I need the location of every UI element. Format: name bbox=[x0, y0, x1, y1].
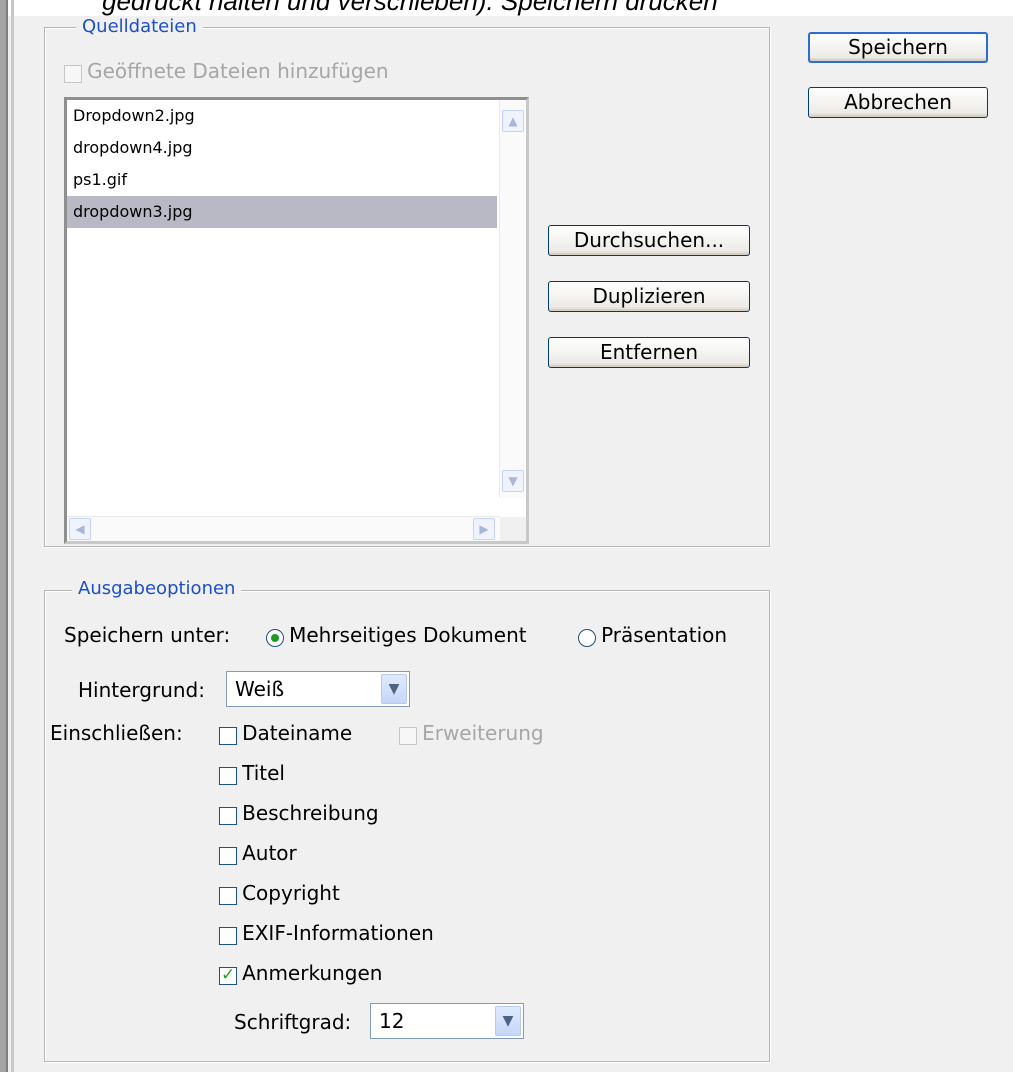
source-files-legend: Quelldateien bbox=[76, 16, 203, 38]
extension-label: Erweiterung bbox=[422, 721, 544, 745]
include-extension-option[interactable]: Erweiterung bbox=[399, 721, 544, 745]
exif-checkbox[interactable] bbox=[219, 926, 237, 945]
horizontal-scrollbar[interactable]: ◀ ▶ bbox=[67, 516, 500, 541]
filename-label: Dateiname bbox=[242, 721, 353, 745]
output-options-group bbox=[44, 590, 770, 1062]
cancel-button[interactable]: Abbrechen bbox=[808, 87, 988, 118]
font-size-select[interactable]: 12 ▼ bbox=[370, 1003, 524, 1039]
chevron-down-icon[interactable]: ▼ bbox=[495, 1006, 521, 1036]
add-open-files-label: Geöffnete Dateien hinzufügen bbox=[87, 59, 389, 83]
include-copyright-option[interactable]: Copyright bbox=[219, 881, 340, 905]
copyright-label: Copyright bbox=[242, 881, 340, 905]
scroll-down-arrow-icon[interactable]: ▼ bbox=[502, 470, 524, 492]
save-as-label: Speichern unter: bbox=[64, 623, 231, 647]
save-button[interactable]: Speichern bbox=[808, 32, 988, 63]
list-item-selected[interactable]: dropdown3.jpg bbox=[67, 196, 497, 228]
window-left-border bbox=[0, 0, 8, 1072]
title-checkbox[interactable] bbox=[219, 766, 237, 785]
save-as-presentation-option[interactable]: Präsentation bbox=[578, 623, 727, 647]
list-item[interactable]: ps1.gif bbox=[67, 164, 127, 196]
browse-button[interactable]: Durchsuchen... bbox=[548, 225, 750, 256]
scroll-right-arrow-icon[interactable]: ▶ bbox=[473, 518, 495, 540]
annotations-label: Anmerkungen bbox=[242, 961, 383, 985]
author-label: Autor bbox=[242, 841, 297, 865]
save-as-multipage-option[interactable]: Mehrseitiges Dokument bbox=[266, 623, 527, 647]
include-description-option[interactable]: Beschreibung bbox=[219, 801, 379, 825]
document-caption: gedrückt halten und verschieben). Speich… bbox=[0, 0, 1013, 16]
include-annotations-option[interactable]: ✓ Anmerkungen bbox=[219, 961, 382, 985]
exif-label: EXIF-Informationen bbox=[242, 921, 434, 945]
add-open-files-checkbox[interactable] bbox=[64, 64, 82, 83]
duplicate-button[interactable]: Duplizieren bbox=[548, 281, 750, 312]
copyright-checkbox[interactable] bbox=[219, 886, 237, 905]
scroll-left-arrow-icon[interactable]: ◀ bbox=[69, 518, 91, 540]
font-size-label: Schriftgrad: bbox=[234, 1010, 352, 1034]
description-checkbox[interactable] bbox=[219, 806, 237, 825]
scrollbar-corner bbox=[500, 517, 526, 541]
background-select[interactable]: Weiß ▼ bbox=[226, 671, 410, 707]
caption-text: gedrückt halten und verschieben). Speich… bbox=[102, 0, 718, 16]
vertical-scrollbar[interactable]: ▲ ▼ bbox=[499, 100, 526, 498]
background-label: Hintergrund: bbox=[78, 678, 205, 702]
radio-presentation[interactable] bbox=[578, 628, 596, 647]
add-open-files-option[interactable]: Geöffnete Dateien hinzufügen bbox=[64, 59, 389, 83]
list-item[interactable]: Dropdown2.jpg bbox=[67, 100, 195, 132]
description-label: Beschreibung bbox=[242, 801, 379, 825]
extension-checkbox[interactable] bbox=[399, 726, 417, 745]
title-label: Titel bbox=[242, 761, 285, 785]
radio-multipage-label: Mehrseitiges Dokument bbox=[289, 623, 527, 647]
list-item[interactable]: dropdown4.jpg bbox=[67, 132, 193, 164]
include-title-option[interactable]: Titel bbox=[219, 761, 285, 785]
font-size-value: 12 bbox=[379, 1009, 405, 1033]
radio-presentation-label: Präsentation bbox=[601, 623, 728, 647]
chevron-down-icon[interactable]: ▼ bbox=[381, 674, 407, 704]
contact-sheet-dialog: Quelldateien Geöffnete Dateien hinzufüge… bbox=[0, 16, 1013, 1072]
scroll-up-arrow-icon[interactable]: ▲ bbox=[502, 110, 524, 132]
include-label: Einschließen: bbox=[50, 721, 183, 745]
include-filename-option[interactable]: Dateiname bbox=[219, 721, 352, 745]
checkmark-icon: ✓ bbox=[221, 964, 236, 985]
remove-button[interactable]: Entfernen bbox=[548, 337, 750, 368]
background-value: Weiß bbox=[235, 677, 285, 701]
filename-checkbox[interactable] bbox=[219, 726, 237, 745]
radio-multipage[interactable] bbox=[266, 628, 284, 647]
file-list[interactable]: Dropdown2.jpg dropdown4.jpg ps1.gif drop… bbox=[64, 97, 529, 544]
radio-selected-dot bbox=[271, 633, 279, 642]
output-options-legend: Ausgabeoptionen bbox=[72, 578, 242, 600]
annotations-checkbox[interactable]: ✓ bbox=[219, 964, 237, 985]
include-author-option[interactable]: Autor bbox=[219, 841, 297, 865]
author-checkbox[interactable] bbox=[219, 846, 237, 865]
window-left-border-inner bbox=[11, 0, 14, 1072]
include-exif-option[interactable]: EXIF-Informationen bbox=[219, 921, 434, 945]
